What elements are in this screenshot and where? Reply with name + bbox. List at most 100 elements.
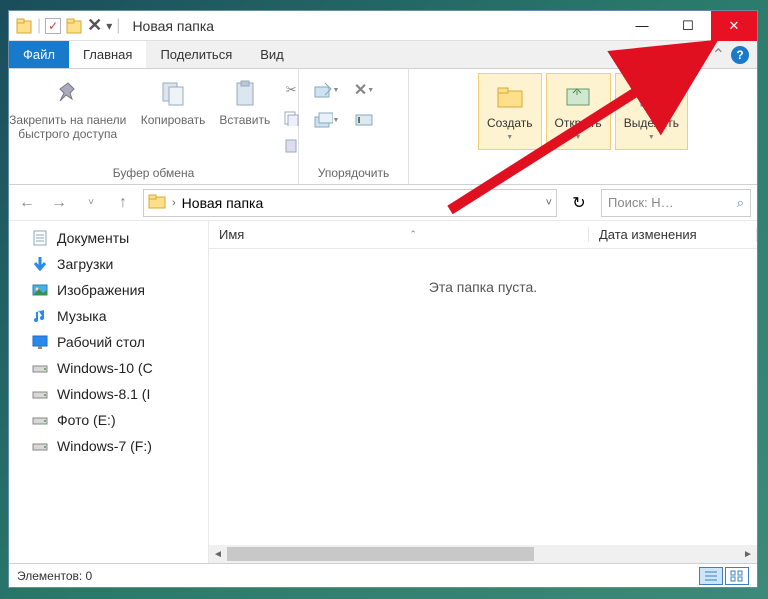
nav-item-label: Рабочий стол bbox=[57, 334, 145, 350]
nav-item-8[interactable]: Windows-7 (F:) bbox=[9, 433, 208, 459]
select-icon bbox=[633, 78, 669, 114]
clipboard-label: Буфер обмена bbox=[113, 164, 195, 182]
copy-icon bbox=[155, 75, 191, 111]
qat-dropdown-icon[interactable]: ▾ bbox=[106, 19, 112, 33]
help-icon[interactable]: ? bbox=[731, 46, 749, 64]
details-view-button[interactable] bbox=[699, 567, 723, 585]
music-icon bbox=[31, 307, 49, 325]
copy-button[interactable]: Копировать bbox=[135, 73, 212, 129]
item-count: Элементов: 0 bbox=[17, 569, 92, 583]
address-dropdown-icon[interactable]: ˅ bbox=[546, 197, 552, 209]
move-to-icon[interactable]: ▼ bbox=[309, 77, 343, 103]
recent-dropdown-icon[interactable]: ˅ bbox=[79, 191, 103, 215]
drive-icon bbox=[31, 359, 49, 377]
tab-file[interactable]: Файл bbox=[9, 41, 69, 68]
file-list[interactable]: Эта папка пуста. ◄ ► bbox=[209, 249, 757, 563]
folder-icon-2[interactable] bbox=[65, 15, 83, 37]
column-name[interactable]: Имя⌃ bbox=[209, 227, 589, 242]
open-icon bbox=[560, 78, 596, 114]
forward-button[interactable]: → bbox=[47, 191, 71, 215]
new-folder-icon bbox=[492, 78, 528, 114]
chevron-right-icon[interactable]: › bbox=[172, 197, 176, 209]
ribbon-collapse-icon[interactable]: ⌃ bbox=[712, 45, 725, 65]
status-bar: Элементов: 0 bbox=[9, 563, 757, 587]
explorer-window: | ✓ ✕ ▾ | Новая папка — ☐ ✕ Файл Главная… bbox=[8, 10, 758, 588]
nav-item-label: Windows-8.1 (I bbox=[57, 386, 150, 402]
search-input[interactable]: Поиск: Н… ⌕ bbox=[601, 189, 751, 217]
down-icon bbox=[31, 255, 49, 273]
column-headers: Имя⌃ Дата изменения bbox=[209, 221, 757, 249]
address-bar[interactable]: › Новая папка ˅ bbox=[143, 189, 557, 217]
checkbox-icon[interactable]: ✓ bbox=[45, 18, 61, 34]
img-icon bbox=[31, 281, 49, 299]
nav-item-label: Windows-7 (F:) bbox=[57, 438, 152, 454]
navigation-pane[interactable]: Документы Загрузки Изображения Музыка Рабочи… bbox=[9, 221, 209, 563]
paste-button[interactable]: Вставить bbox=[213, 73, 276, 129]
nav-item-2[interactable]: Изображения bbox=[9, 277, 208, 303]
pin-button[interactable]: Закрепить на панели быстрого доступа bbox=[3, 73, 133, 144]
delete-icon[interactable]: ✕▼ bbox=[347, 77, 381, 103]
nav-item-label: Загрузки bbox=[57, 256, 113, 272]
drive-icon bbox=[31, 437, 49, 455]
divider-icon: | bbox=[37, 17, 41, 35]
pin-icon bbox=[50, 75, 86, 111]
content-area: Имя⌃ Дата изменения Эта папка пуста. ◄ ► bbox=[209, 221, 757, 563]
copy-to-icon[interactable]: ▼ bbox=[309, 107, 343, 133]
nav-item-label: Фото (E:) bbox=[57, 412, 116, 428]
quick-access-toolbar: | ✓ ✕ ▾ | bbox=[9, 15, 120, 37]
nav-item-6[interactable]: Windows-8.1 (I bbox=[9, 381, 208, 407]
search-icon[interactable]: ⌕ bbox=[737, 195, 744, 211]
scroll-thumb[interactable] bbox=[227, 547, 534, 561]
empty-folder-message: Эта папка пуста. bbox=[209, 249, 757, 325]
nav-item-4[interactable]: Рабочий стол bbox=[9, 329, 208, 355]
drive-icon bbox=[31, 385, 49, 403]
back-button[interactable]: ← bbox=[15, 191, 39, 215]
column-date[interactable]: Дата изменения bbox=[589, 227, 757, 242]
view-buttons bbox=[699, 567, 749, 585]
icons-view-button[interactable] bbox=[725, 567, 749, 585]
search-placeholder: Поиск: Н… bbox=[608, 195, 731, 210]
scroll-track[interactable] bbox=[227, 545, 739, 563]
ribbon: Закрепить на панели быстрого доступа Коп… bbox=[9, 69, 757, 185]
titlebar: | ✓ ✕ ▾ | Новая папка — ☐ ✕ bbox=[9, 11, 757, 41]
folder-icon bbox=[15, 15, 33, 37]
rename-icon[interactable] bbox=[347, 107, 381, 133]
tab-share[interactable]: Поделиться bbox=[146, 41, 246, 68]
paste-icon bbox=[227, 75, 263, 111]
nav-item-0[interactable]: Документы bbox=[9, 225, 208, 251]
doc-icon bbox=[31, 229, 49, 247]
minimize-button[interactable]: — bbox=[619, 11, 665, 41]
up-button[interactable]: ↑ bbox=[111, 191, 135, 215]
delete-icon[interactable]: ✕ bbox=[87, 15, 102, 36]
address-path: Новая папка bbox=[182, 195, 264, 211]
maximize-button[interactable]: ☐ bbox=[665, 11, 711, 41]
body-area: Документы Загрузки Изображения Музыка Рабочи… bbox=[9, 221, 757, 563]
refresh-button[interactable]: ↻ bbox=[565, 189, 593, 217]
nav-item-label: Музыка bbox=[57, 308, 107, 324]
close-button[interactable]: ✕ bbox=[711, 11, 757, 41]
nav-item-1[interactable]: Загрузки bbox=[9, 251, 208, 277]
ribbon-tabs: Файл Главная Поделиться Вид ⌃ ? bbox=[9, 41, 757, 69]
tab-view[interactable]: Вид bbox=[246, 41, 298, 68]
window-controls: — ☐ ✕ bbox=[619, 11, 757, 41]
select-button[interactable]: Выделить▼ bbox=[615, 73, 688, 150]
window-title: Новая папка bbox=[132, 18, 214, 34]
tab-home[interactable]: Главная bbox=[69, 41, 146, 68]
nav-item-label: Документы bbox=[57, 230, 129, 246]
desk-icon bbox=[31, 333, 49, 351]
divider-icon: | bbox=[116, 17, 120, 35]
folder-icon bbox=[148, 193, 166, 212]
nav-item-7[interactable]: Фото (E:) bbox=[9, 407, 208, 433]
ribbon-group-organize: ▼ ✕▼ ▼ Упорядочить bbox=[299, 69, 409, 184]
ribbon-group-clipboard: Закрепить на панели быстрого доступа Коп… bbox=[9, 69, 299, 184]
open-button[interactable]: Открыть▼ bbox=[546, 73, 611, 150]
horizontal-scrollbar[interactable]: ◄ ► bbox=[209, 545, 757, 563]
nav-item-5[interactable]: Windows-10 (C bbox=[9, 355, 208, 381]
sort-indicator-icon: ⌃ bbox=[409, 229, 417, 240]
organize-label: Упорядочить bbox=[318, 164, 389, 182]
drive-icon bbox=[31, 411, 49, 429]
nav-item-3[interactable]: Музыка bbox=[9, 303, 208, 329]
create-button[interactable]: Создать▼ bbox=[478, 73, 542, 150]
scroll-right-icon[interactable]: ► bbox=[739, 545, 757, 563]
scroll-left-icon[interactable]: ◄ bbox=[209, 545, 227, 563]
